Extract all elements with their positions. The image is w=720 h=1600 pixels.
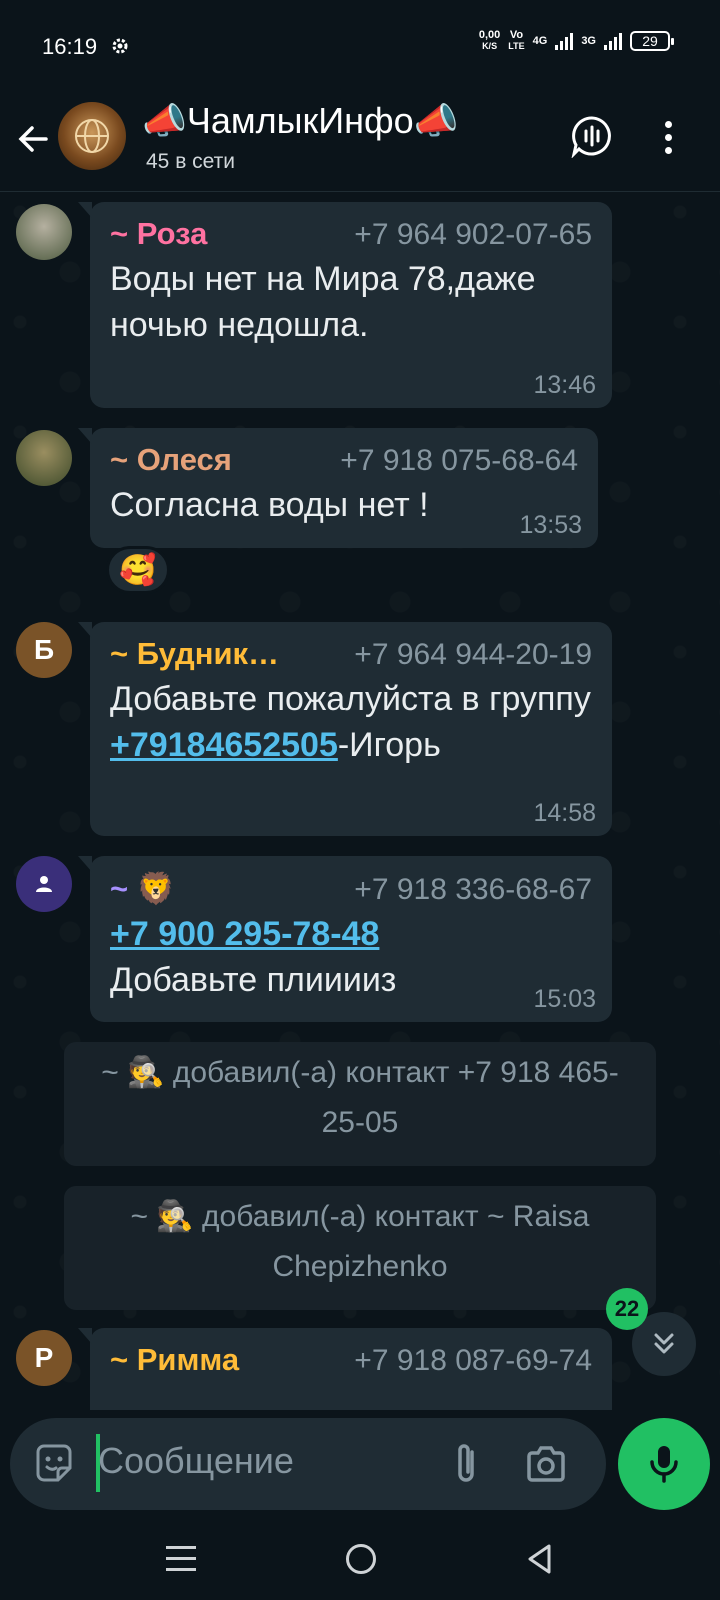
system-message: ~ 🕵️ добавил(-а) контакт +7 918 465-25-0… [64,1042,656,1166]
sender-row: ~ 🦁 +7 918 336-68-67 [110,870,592,907]
sender-row: ~ Роза +7 964 902-07-65 [110,216,592,252]
system-message: ~ 🕵️ добавил(-а) контакт ~ Raisa Chepizh… [64,1186,656,1310]
nav-back-icon[interactable] [524,1542,554,1576]
message-time: 14:58 [533,799,596,827]
avatar[interactable] [16,430,72,486]
avatar[interactable]: Р [16,1330,72,1386]
sender-name[interactable]: ~ Римма [110,1342,239,1378]
status-indicators: 0,00 K/S Vo LTE 4G 3G 29 [478,29,674,52]
message-composer[interactable]: Сообщение [10,1418,606,1510]
mic-icon [650,1446,678,1483]
network-3g: 3G [581,35,596,47]
sender-phone: +7 964 902-07-65 [354,218,592,251]
sender-row: ~ Будник… +7 964 944-20-19 [110,636,592,672]
attach-icon[interactable] [446,1440,486,1488]
message-time: 13:53 [519,511,582,539]
network-4g: 4G [532,35,548,47]
net-speed: 0,00 K/S [478,29,501,52]
message-input[interactable]: Сообщение [98,1440,294,1482]
avatar[interactable] [16,856,72,912]
avatar[interactable] [16,204,72,260]
globe-icon [75,119,109,153]
mic-button[interactable] [618,1418,710,1510]
voice-chat-icon[interactable] [570,114,614,158]
message-text: Согласна воды нет ! [110,486,429,524]
status-time: 16:19 [42,34,98,59]
message-bubble[interactable]: ~ Роза +7 964 902-07-65 Воды нет на Мира… [78,202,612,408]
system-navbar [0,1520,720,1600]
phone-link[interactable]: +79184652505 [110,726,338,764]
signal-icon [555,32,574,50]
home-icon[interactable] [346,1544,376,1574]
sender-phone: +7 918 336-68-67 [354,873,592,906]
volte-indicator: Vo LTE [508,29,525,52]
recent-apps-icon[interactable] [166,1546,196,1574]
sender-phone: +7 964 944-20-19 [354,638,592,671]
battery-icon: 29 [630,31,674,51]
chat-header: 📣ЧамлыкИнфо📣 45 в сети [0,94,720,192]
chat-area[interactable]: ~ Роза +7 964 902-07-65 Воды нет на Мира… [0,192,720,1410]
message-bubble[interactable]: ~ Римма +7 918 087-69-74 [78,1328,612,1410]
camera-icon[interactable] [524,1442,568,1486]
sender-name[interactable]: ~ Олеся [110,442,232,478]
avatar[interactable]: Б [16,622,72,678]
message-bubble[interactable]: ~ 🦁 +7 918 336-68-67 +7 900 295-78-48 До… [78,856,612,1022]
person-icon [36,876,52,892]
message-text: Воды нет на Мира 78,даже ночью недошла. [110,260,536,344]
sender-name[interactable]: ~ Будник… [110,636,279,672]
message-text: +7 900 295-78-48 Добавьте плииииз [110,915,397,999]
sender-row: ~ Римма +7 918 087-69-74 [110,1342,592,1378]
sender-row: ~ Олеся +7 918 075-68-64 [110,442,578,478]
status-bar: 16:19 0,00 K/S Vo LTE 4G 3G 29 [0,0,720,94]
group-avatar[interactable] [58,102,126,170]
online-count: 45 в сети [146,150,236,173]
phone-link[interactable]: +7 900 295-78-48 [110,915,379,953]
chevron-down-double-icon [654,1333,674,1354]
sender-phone: +7 918 075-68-64 [340,444,578,477]
message-time: 13:46 [533,371,596,399]
signal-icon [604,32,622,50]
settings-gear-icon [112,38,128,54]
group-title[interactable]: 📣ЧамлыкИнфо📣 [142,100,458,142]
sender-name[interactable]: ~ Роза [110,216,207,252]
reaction-badge[interactable]: 🥰 [106,546,170,594]
sticker-icon[interactable] [32,1442,76,1486]
sender-name[interactable]: ~ 🦁 [110,870,175,907]
message-text: Добавьте пожалуйста в группу +7918465250… [110,680,591,764]
back-arrow-icon[interactable] [14,119,54,159]
message-bubble[interactable]: ~ Будник… +7 964 944-20-19 Добавьте пожа… [78,622,612,836]
unread-count-badge[interactable]: 22 [606,1288,648,1330]
message-bubble[interactable]: ~ Олеся +7 918 075-68-64 Согласна воды н… [78,428,598,548]
message-time: 15:03 [533,985,596,1013]
sender-phone: +7 918 087-69-74 [354,1344,592,1377]
more-icon[interactable] [662,118,674,158]
